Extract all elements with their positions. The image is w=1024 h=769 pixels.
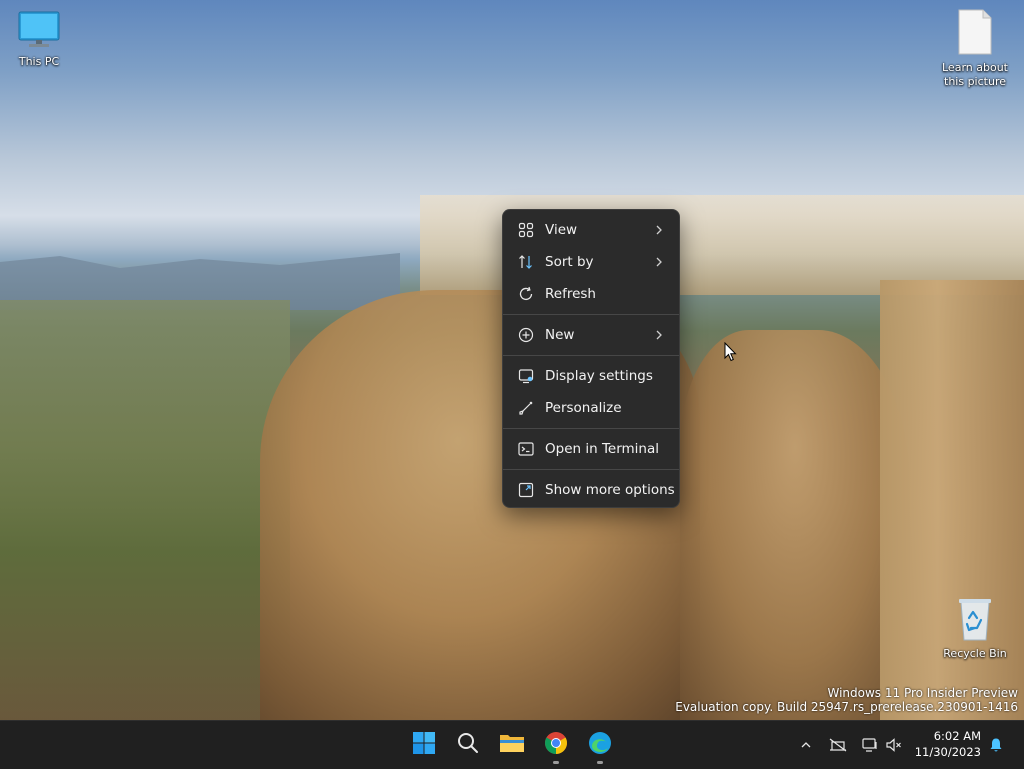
- menu-separator: [503, 355, 679, 356]
- tray-clock[interactable]: 6:02 AM 11/30/2023: [915, 728, 981, 760]
- menu-item-refresh[interactable]: Refresh: [503, 278, 679, 310]
- chevron-right-icon: [655, 254, 663, 270]
- menu-item-label: View: [545, 222, 578, 238]
- desktop-context-menu: View Sort by Refresh New Display setting…: [502, 209, 680, 508]
- menu-separator: [503, 428, 679, 429]
- clock-date: 11/30/2023: [914, 745, 981, 759]
- running-indicator: [553, 761, 559, 764]
- monitor-icon: [17, 11, 61, 53]
- desktop-icon-label: Recycle Bin: [943, 647, 1007, 660]
- menu-item-personalize[interactable]: Personalize: [503, 392, 679, 424]
- menu-item-show-more-options[interactable]: Show more options: [503, 474, 679, 506]
- chevron-up-icon[interactable]: [796, 735, 816, 755]
- document-icon: [955, 9, 995, 59]
- menu-item-new[interactable]: New: [503, 319, 679, 351]
- taskbar-start-button[interactable]: [404, 725, 444, 765]
- display-device-icon[interactable]: [860, 735, 880, 755]
- display-icon: [517, 367, 535, 385]
- menu-item-label: Refresh: [545, 286, 596, 302]
- folder-icon: [499, 732, 525, 758]
- running-indicator: [597, 761, 603, 764]
- grid-icon: [517, 221, 535, 239]
- recycle-bin-icon: [955, 599, 995, 645]
- taskbar-edge[interactable]: [580, 725, 620, 765]
- taskbar-search-button[interactable]: [448, 725, 488, 765]
- search-icon: [457, 732, 479, 758]
- menu-item-label: Sort by: [545, 254, 594, 270]
- menu-item-open-in-terminal[interactable]: Open in Terminal: [503, 433, 679, 465]
- network-off-icon[interactable]: [828, 735, 848, 755]
- chevron-right-icon: [655, 327, 663, 343]
- volume-muted-icon[interactable]: [884, 735, 904, 755]
- terminal-icon: [517, 440, 535, 458]
- desktop-icon-label: This PC: [18, 55, 60, 68]
- menu-item-sort-by[interactable]: Sort by: [503, 246, 679, 278]
- expand-icon: [517, 481, 535, 499]
- wallpaper-cliff-right: [680, 330, 910, 720]
- menu-item-label: Open in Terminal: [545, 441, 659, 457]
- wallpaper-valley: [0, 300, 290, 720]
- menu-separator: [503, 469, 679, 470]
- brush-icon: [517, 399, 535, 417]
- windows-start-icon: [412, 731, 436, 759]
- sort-icon: [517, 253, 535, 271]
- windows-watermark: Windows 11 Pro Insider Preview Evaluatio…: [675, 686, 1018, 714]
- edge-icon: [588, 731, 612, 759]
- notification-bell-icon[interactable]: [986, 735, 1006, 755]
- menu-item-label: New: [545, 327, 575, 343]
- taskbar-file-explorer[interactable]: [492, 725, 532, 765]
- menu-item-label: Display settings: [545, 368, 653, 384]
- chevron-right-icon: [655, 222, 663, 238]
- desktop-icon-learn-about-picture[interactable]: Learn about this picture: [937, 8, 1013, 89]
- taskbar: 6:02 AM 11/30/2023: [0, 720, 1024, 769]
- chrome-icon: [544, 731, 568, 759]
- menu-item-display-settings[interactable]: Display settings: [503, 360, 679, 392]
- menu-item-label: Show more options: [545, 482, 675, 498]
- desktop-icon-label: Learn about this picture: [942, 61, 1008, 88]
- clock-time: 6:02 AM: [933, 729, 981, 743]
- watermark-edition: Windows 11 Pro Insider Preview: [827, 686, 1018, 700]
- menu-item-view[interactable]: View: [503, 214, 679, 246]
- mouse-cursor-icon: [724, 341, 738, 366]
- desktop-icon-this-pc[interactable]: This PC: [1, 10, 77, 69]
- menu-item-label: Personalize: [545, 400, 622, 416]
- watermark-build: Evaluation copy. Build 25947.rs_prerelea…: [675, 700, 1018, 714]
- refresh-icon: [517, 285, 535, 303]
- desktop-icon-recycle-bin[interactable]: Recycle Bin: [937, 596, 1013, 661]
- menu-separator: [503, 314, 679, 315]
- plus-circle-icon: [517, 326, 535, 344]
- taskbar-chrome[interactable]: [536, 725, 576, 765]
